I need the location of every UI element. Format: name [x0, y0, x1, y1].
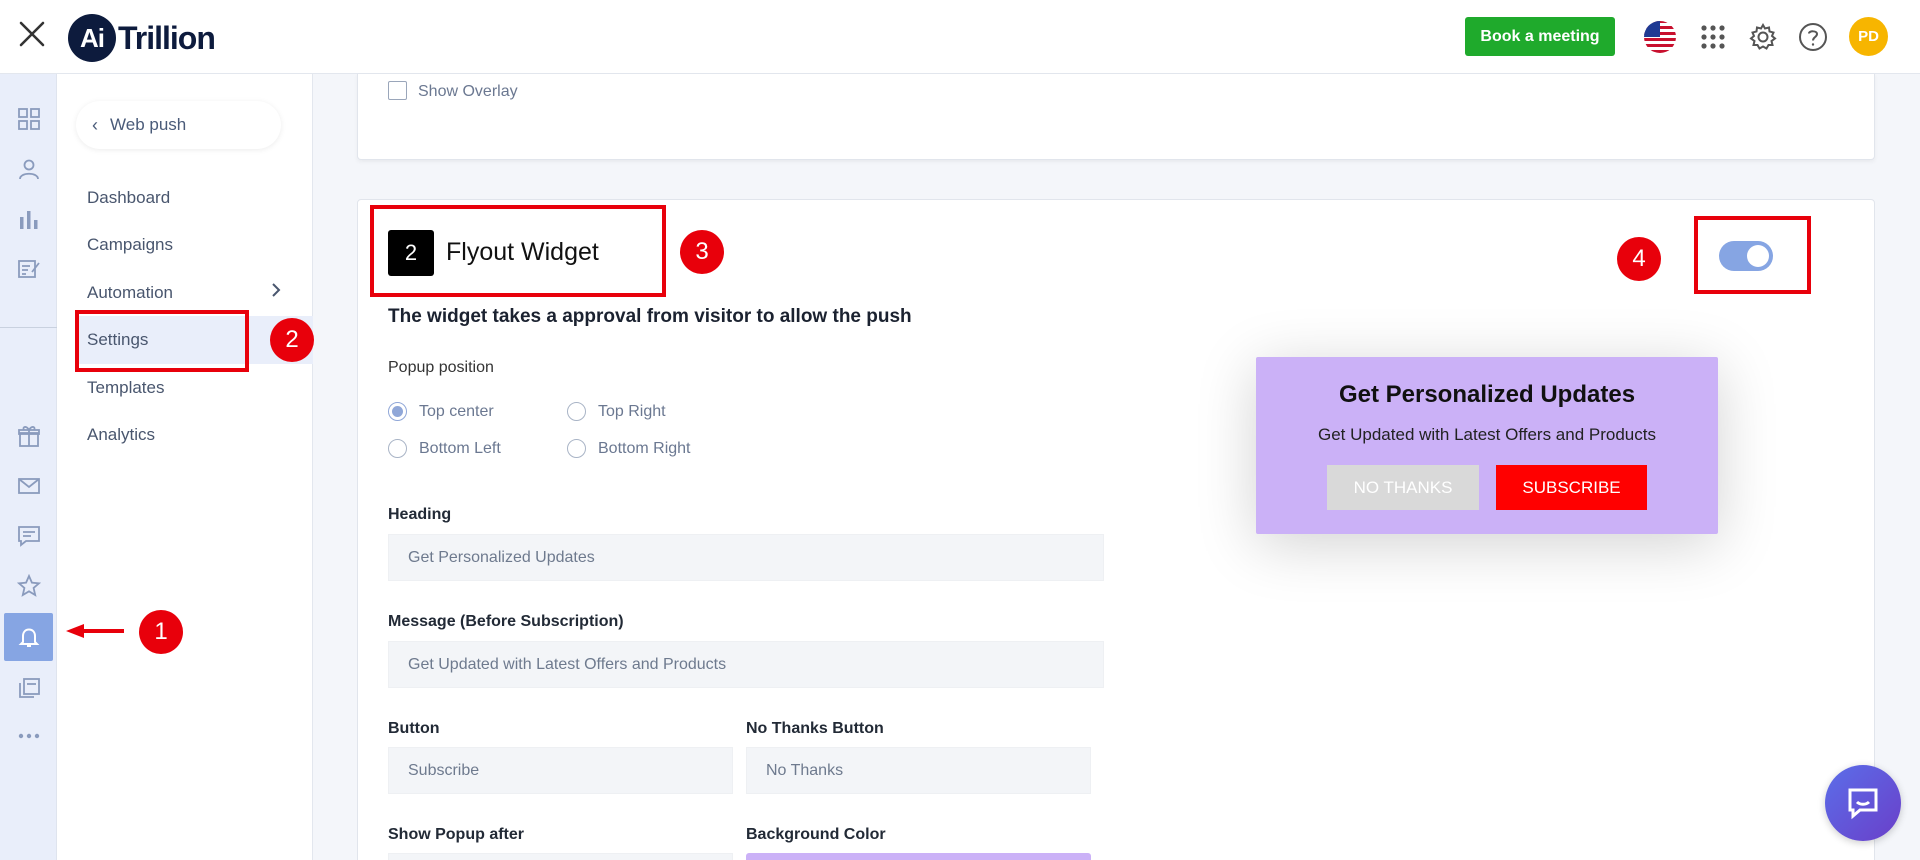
back-to-web-push-button[interactable]: ‹ Web push — [76, 101, 281, 149]
notes-edit-icon[interactable] — [8, 249, 49, 289]
annotation-box-title — [370, 205, 666, 297]
radio-top-center[interactable] — [388, 402, 407, 421]
overlay-settings-card — [357, 74, 1875, 160]
button-label: Button — [388, 720, 440, 737]
nav-item-dashboard[interactable]: Dashboard — [87, 184, 170, 212]
annotation-marker-3: 3 — [680, 230, 724, 274]
button-text-input[interactable]: Subscribe — [388, 747, 733, 794]
show-popup-after-label: Show Popup after — [388, 826, 524, 843]
close-icon[interactable] — [14, 16, 50, 52]
more-dots-icon[interactable] — [8, 716, 49, 756]
annotation-arrow-1 — [66, 624, 126, 638]
nav-item-campaigns[interactable]: Campaigns — [87, 231, 173, 259]
nav-item-automation[interactable]: Automation — [87, 279, 173, 307]
preview-heading: Get Personalized Updates — [1338, 381, 1636, 408]
logo-word: Trillion — [118, 19, 216, 56]
book-meeting-button[interactable]: Book a meeting — [1465, 17, 1615, 56]
preview-subscribe-button[interactable]: SUBSCRIBE — [1496, 465, 1647, 510]
no-thanks-label: No Thanks Button — [746, 720, 884, 737]
message-label: Message (Before Subscription) — [388, 613, 624, 630]
gift-icon[interactable] — [8, 416, 49, 456]
message-input[interactable]: Get Updated with Latest Offers and Produ… — [388, 641, 1104, 688]
star-icon[interactable] — [8, 566, 49, 606]
copy-stack-icon[interactable] — [8, 668, 49, 708]
annotation-box-toggle — [1694, 216, 1811, 294]
nav-item-templates[interactable]: Templates — [87, 374, 164, 402]
radio-bottom-left[interactable] — [388, 439, 407, 458]
background-color-label: Background Color — [746, 826, 886, 843]
logo-mark: Ai — [68, 14, 116, 62]
radio-label-top-right: Top Right — [598, 403, 666, 420]
no-thanks-input[interactable]: No Thanks — [746, 747, 1091, 794]
nav-item-analytics[interactable]: Analytics — [87, 421, 155, 449]
show-popup-after-input[interactable] — [388, 853, 733, 860]
chevron-left-icon: ‹ — [92, 114, 98, 135]
help-icon[interactable] — [1795, 19, 1831, 55]
bar-chart-icon[interactable] — [8, 199, 49, 239]
radio-label-top-center: Top center — [419, 403, 494, 420]
annotation-marker-1: 1 — [139, 610, 183, 654]
heading-label: Heading — [388, 506, 452, 523]
mail-icon[interactable] — [8, 466, 49, 506]
support-chat-button[interactable] — [1825, 765, 1901, 841]
flyout-preview-popup: Get Personalized Updates Get Updated wit… — [1256, 357, 1718, 534]
dashboard-grid-icon[interactable] — [8, 99, 49, 139]
annotation-box-settings — [75, 310, 249, 372]
show-overlay-label: Show Overlay — [418, 83, 518, 100]
back-label: Web push — [110, 115, 187, 134]
app-logo[interactable]: Ai Trillion — [68, 13, 216, 63]
radio-top-right[interactable] — [567, 402, 586, 421]
rail-divider — [0, 327, 57, 328]
user-icon[interactable] — [8, 149, 49, 189]
radio-label-bottom-left: Bottom Left — [419, 440, 501, 457]
annotation-marker-2: 2 — [270, 318, 314, 362]
chevron-right-icon[interactable] — [270, 280, 282, 305]
preview-no-thanks-button[interactable]: NO THANKS — [1327, 465, 1479, 510]
preview-message: Get Updated with Latest Offers and Produ… — [1318, 425, 1656, 444]
gear-icon[interactable] — [1745, 19, 1781, 55]
widget-description: The widget takes a approval from visitor… — [388, 306, 912, 327]
us-flag-icon[interactable] — [1642, 19, 1678, 55]
heading-input[interactable]: Get Personalized Updates — [388, 534, 1104, 581]
radio-label-bottom-right: Bottom Right — [598, 440, 691, 457]
top-bar — [0, 0, 1920, 74]
user-avatar[interactable]: PD — [1849, 17, 1888, 56]
show-overlay-checkbox[interactable] — [388, 81, 407, 100]
bell-icon[interactable] — [4, 613, 53, 661]
radio-bottom-right[interactable] — [567, 439, 586, 458]
annotation-marker-4: 4 — [1617, 237, 1661, 281]
popup-position-label: Popup position — [388, 359, 494, 376]
background-color-swatch[interactable] — [746, 853, 1091, 860]
apps-grid-icon[interactable] — [1695, 19, 1731, 55]
chat-message-icon[interactable] — [8, 516, 49, 556]
